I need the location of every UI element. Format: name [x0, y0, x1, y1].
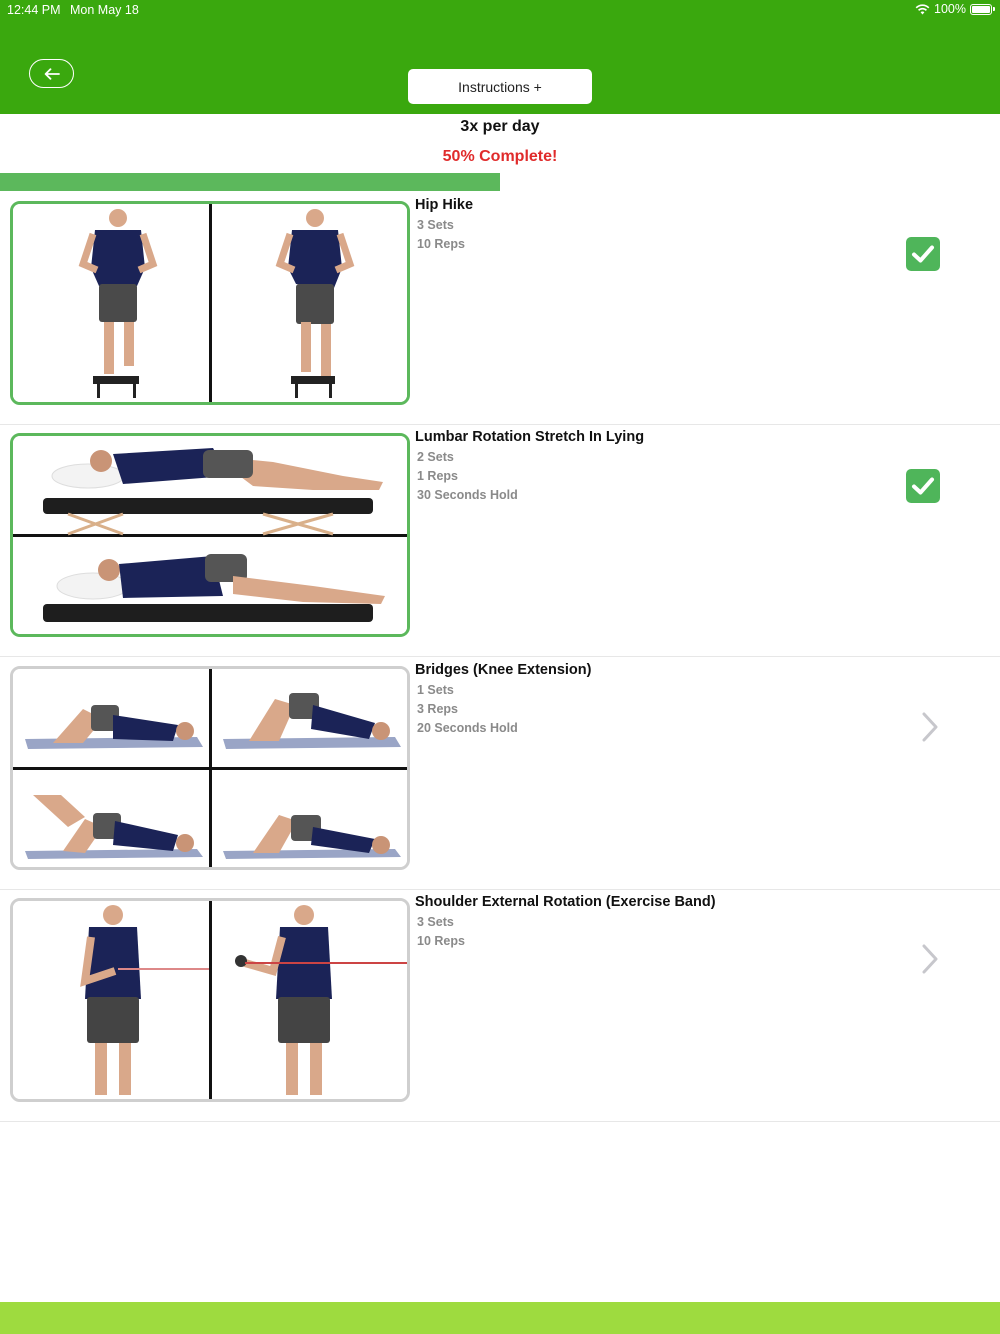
exercise-row-shoulder-external-rotation[interactable]: Shoulder External Rotation (Exercise Ban… [0, 889, 1000, 1122]
status-bar: 12:44 PM Mon May 18 100% [0, 0, 1000, 22]
exercise-reps: 3 Reps [417, 702, 458, 716]
instructions-button[interactable]: Instructions + [408, 69, 592, 104]
frequency-label: 3x per day [460, 118, 540, 135]
check-icon [912, 245, 934, 263]
arrow-left-icon [44, 67, 60, 80]
chevron-right-icon[interactable] [918, 943, 942, 975]
status-right: 100% [915, 2, 995, 16]
progress-fill [0, 173, 500, 191]
exercise-sets: 1 Sets [417, 683, 454, 697]
status-time: 12:44 PM [7, 3, 61, 17]
exercise-name: Lumbar Rotation Stretch In Lying [415, 429, 645, 445]
completed-checkbox[interactable] [906, 469, 940, 503]
header-bar: 12:44 PM Mon May 18 100% Instructions + [0, 0, 1000, 114]
exercise-name: Hip Hike [415, 197, 474, 213]
exercise-sets: 3 Sets [417, 218, 454, 232]
battery-icon [970, 3, 995, 15]
exercise-row-lumbar-rotation[interactable]: Lumbar Rotation Stretch In Lying 2 Sets … [0, 424, 1000, 657]
exercise-thumbnail[interactable] [10, 201, 410, 405]
chevron-right-icon[interactable] [918, 711, 942, 743]
exercise-reps: 1 Reps [417, 469, 458, 483]
exercise-thumbnail[interactable] [10, 433, 410, 637]
exercise-row-hip-hike[interactable]: Hip Hike 3 Sets 10 Reps [0, 192, 1000, 425]
exercise-thumbnail[interactable] [10, 898, 410, 1102]
exercise-name: Shoulder External Rotation (Exercise Ban… [415, 894, 716, 910]
wifi-icon [915, 3, 930, 14]
exercise-hold: 20 Seconds Hold [417, 721, 518, 735]
lumbar-rotation-illustration [13, 436, 407, 634]
shoulder-rotation-illustration [13, 901, 407, 1099]
hip-hike-illustration [13, 204, 407, 402]
exercise-reps: 10 Reps [417, 934, 465, 948]
exercise-row-bridges[interactable]: Bridges (Knee Extension) 1 Sets 3 Reps 2… [0, 657, 1000, 890]
battery-percent: 100% [934, 2, 966, 16]
exercise-sets: 2 Sets [417, 450, 454, 464]
status-date: Mon May 18 [70, 3, 139, 17]
exercise-sets: 3 Sets [417, 915, 454, 929]
bottom-bar [0, 1302, 1000, 1334]
progress-bar [0, 173, 1000, 191]
bridges-illustration [13, 669, 407, 867]
completed-checkbox[interactable] [906, 237, 940, 271]
check-icon [912, 477, 934, 495]
exercise-hold: 30 Seconds Hold [417, 488, 518, 502]
exercise-thumbnail[interactable] [10, 666, 410, 870]
back-button[interactable] [29, 59, 74, 88]
exercise-name: Bridges (Knee Extension) [415, 662, 592, 678]
exercise-reps: 10 Reps [417, 237, 465, 251]
completion-label: 50% Complete! [442, 148, 558, 165]
